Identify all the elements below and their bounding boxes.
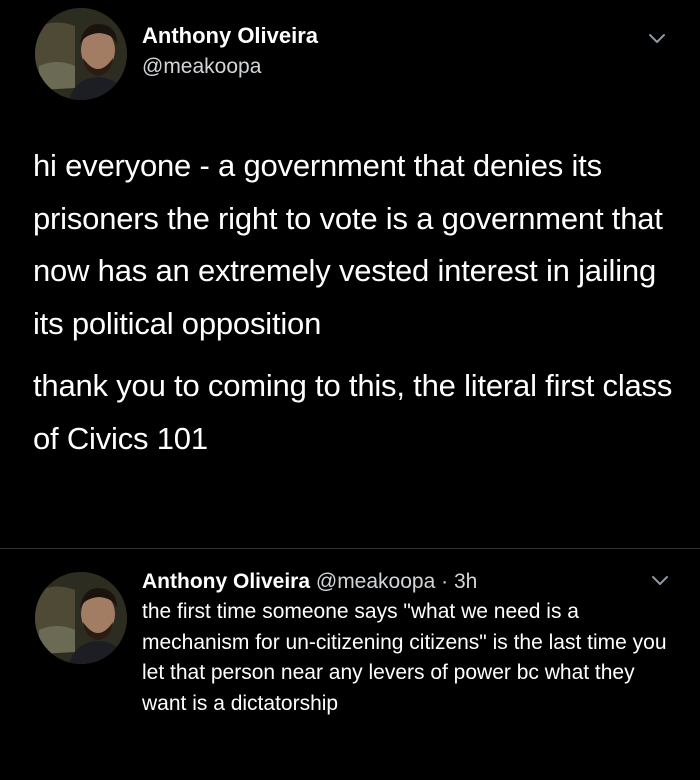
tweet-paragraph: thank you to coming to this, the literal…: [33, 368, 673, 456]
reply-tweet[interactable]: Anthony Oliveira @meakoopa · 3h the firs…: [0, 549, 700, 780]
main-tweet[interactable]: Anthony Oliveira @meakoopa hi everyone -…: [0, 0, 700, 548]
reply-header: Anthony Oliveira @meakoopa · 3h: [142, 567, 677, 597]
chevron-down-icon[interactable]: [650, 574, 670, 588]
chevron-down-icon[interactable]: [647, 32, 667, 46]
reply-content: Anthony Oliveira @meakoopa · 3h the firs…: [142, 567, 677, 719]
user-avatar-icon: [35, 572, 127, 664]
tweet-text: hi everyone - a government that denies i…: [33, 140, 673, 465]
tweet-header: Anthony Oliveira @meakoopa: [35, 8, 685, 108]
tweet-paragraph: hi everyone - a government that denies i…: [33, 148, 663, 341]
author-names: Anthony Oliveira @meakoopa: [142, 22, 318, 81]
tweet-timestamp[interactable]: 3h: [454, 570, 477, 593]
display-name[interactable]: Anthony Oliveira: [142, 22, 318, 50]
avatar[interactable]: [35, 572, 127, 664]
display-name[interactable]: Anthony Oliveira: [142, 570, 310, 593]
user-handle[interactable]: @meakoopa: [316, 570, 435, 593]
tweet-text: the first time someone says "what we nee…: [142, 600, 667, 715]
user-avatar-icon: [35, 8, 127, 100]
meta-separator: ·: [441, 570, 449, 593]
avatar[interactable]: [35, 8, 127, 100]
user-handle[interactable]: @meakoopa: [142, 53, 318, 81]
